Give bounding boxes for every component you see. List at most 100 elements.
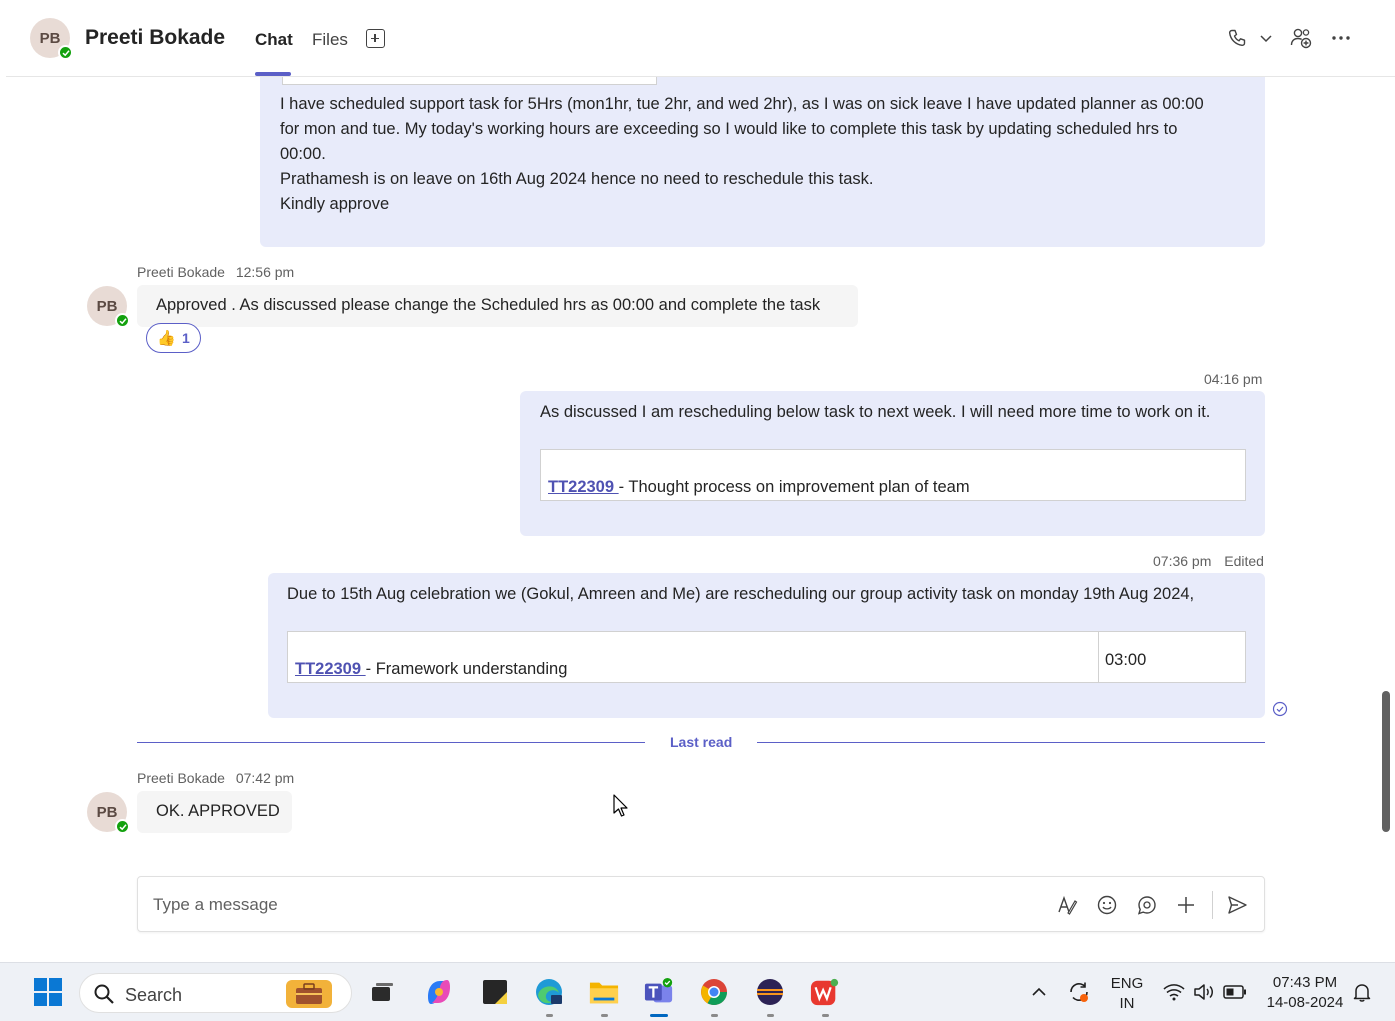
message-text-line: for mon and tue. My today's working hour… — [280, 120, 1178, 138]
people-add-icon[interactable] — [1289, 26, 1313, 50]
active-tab-indicator — [255, 72, 291, 76]
presence-available-icon — [115, 819, 130, 834]
sync-icon[interactable] — [1064, 977, 1094, 1007]
message-text: Due to 15th Aug celebration we (Gokul, A… — [287, 585, 1195, 603]
message-text: Approved . As discussed please change th… — [156, 296, 821, 314]
task-description: - Framework understanding — [365, 660, 568, 678]
table-divider — [1098, 632, 1099, 682]
avatar-initials: PB — [96, 297, 118, 315]
chat-header: PB Preeti Bokade Chat Files — [6, 0, 1395, 77]
windows-taskbar: Search ENG IN 07:43 PM 14-08-2024 — [0, 962, 1395, 1021]
message-text-line: Prathamesh is on leave on 16th Aug 2024 … — [280, 170, 874, 188]
active-app-indicator — [650, 1014, 668, 1017]
message-input[interactable] — [153, 893, 1033, 917]
message-outgoing[interactable]: As discussed I am rescheduling below tas… — [520, 391, 1265, 536]
loop-compose-icon[interactable] — [1135, 893, 1159, 917]
language-label: ENG — [1110, 975, 1144, 992]
task-description: - Thought process on improvement plan of… — [618, 478, 970, 496]
reaction-count: 1 — [181, 330, 190, 346]
task-link[interactable]: TT22309 — [295, 660, 366, 678]
task-hours: 03:00 — [1105, 651, 1147, 669]
edge-browser-icon[interactable] — [534, 977, 564, 1007]
avatar[interactable]: PB — [30, 18, 73, 60]
message-timestamp: 07:36 pm — [1153, 553, 1212, 569]
sender-name: Preeti Bokade — [137, 264, 225, 280]
chevron-up-icon[interactable] — [1024, 977, 1054, 1007]
search-icon — [94, 984, 114, 1004]
contact-name[interactable]: Preeti Bokade — [85, 26, 225, 50]
last-read-label: Last read — [670, 734, 733, 750]
avatar-initials: PB — [96, 803, 118, 821]
input-language[interactable]: ENG IN — [1108, 974, 1146, 1014]
message-text: OK. APPROVED — [156, 802, 280, 820]
avatar[interactable]: PB — [87, 286, 130, 328]
windows-start-icon[interactable] — [33, 977, 63, 1007]
briefcase-icon — [286, 980, 332, 1008]
clock[interactable]: 07:43 PM 14-08-2024 — [1258, 973, 1352, 1013]
read-receipt-icon — [1272, 701, 1288, 717]
message-outgoing[interactable]: Due to 15th Aug celebration we (Gokul, A… — [268, 573, 1265, 718]
message-timestamp: 07:42 pm — [235, 770, 295, 786]
more-icon[interactable] — [1329, 26, 1353, 50]
file-explorer-icon[interactable] — [589, 977, 619, 1007]
clock-date: 14-08-2024 — [1266, 994, 1344, 1011]
avatar-initials: PB — [39, 29, 61, 47]
message-text-line: I have scheduled support task for 5Hrs (… — [280, 95, 1204, 113]
running-indicator — [822, 1014, 829, 1017]
teams-icon[interactable] — [644, 977, 674, 1007]
volume-icon[interactable] — [1190, 977, 1220, 1007]
wifi-icon[interactable] — [1159, 977, 1189, 1007]
add-tab-icon[interactable] — [366, 29, 385, 48]
wps-office-icon[interactable] — [810, 977, 840, 1007]
emoji-icon[interactable] — [1095, 893, 1119, 917]
copilot-icon[interactable] — [424, 977, 454, 1007]
task-table: TT22309 - Framework understanding 03:00 — [287, 631, 1246, 683]
chrome-icon[interactable] — [699, 977, 729, 1007]
message-text-line: Kindly approve — [280, 195, 390, 213]
battery-icon[interactable] — [1220, 977, 1250, 1007]
last-read-divider-left — [137, 742, 645, 743]
send-icon[interactable] — [1225, 893, 1249, 917]
last-read-divider-right — [757, 742, 1265, 743]
composer-separator — [1212, 891, 1213, 919]
edited-label: Edited — [1224, 553, 1264, 569]
scrollbar-thumb[interactable] — [1382, 691, 1390, 832]
presence-available-icon — [58, 45, 73, 60]
mouse-cursor-icon — [613, 794, 629, 823]
message-outgoing[interactable]: I have scheduled support task for 5Hrs (… — [260, 77, 1265, 247]
clock-time: 07:43 PM — [1272, 974, 1338, 991]
attachment-card-partial — [282, 77, 657, 85]
notification-bell-icon[interactable] — [1347, 977, 1377, 1007]
message-incoming[interactable]: OK. APPROVED — [137, 791, 292, 833]
format-icon[interactable] — [1055, 893, 1079, 917]
running-indicator — [711, 1014, 718, 1017]
eclipse-icon[interactable] — [755, 977, 785, 1007]
message-composer — [137, 876, 1265, 932]
message-incoming[interactable]: Approved . As discussed please change th… — [137, 285, 858, 327]
chevron-down-icon[interactable] — [1254, 26, 1278, 50]
message-timestamp: 04:16 pm — [1204, 371, 1263, 387]
thumbs-up-icon: 👍 — [157, 330, 176, 347]
tab-chat[interactable]: Chat — [255, 30, 293, 50]
reaction-like-button[interactable]: 👍 1 — [146, 323, 201, 353]
running-indicator — [546, 1014, 553, 1017]
taskbar-search-label: Search — [125, 985, 183, 1005]
task-view-icon[interactable] — [367, 977, 397, 1007]
phone-icon[interactable] — [1225, 26, 1249, 50]
task-link[interactable]: TT22309 — [548, 478, 619, 496]
sticky-notes-icon[interactable] — [480, 977, 510, 1007]
presence-available-icon — [115, 313, 130, 328]
message-list[interactable]: I have scheduled support task for 5Hrs (… — [6, 77, 1384, 961]
running-indicator — [601, 1014, 608, 1017]
add-attachment-icon[interactable] — [1174, 893, 1198, 917]
taskbar-search-box[interactable]: Search — [79, 973, 352, 1013]
message-text: As discussed I am rescheduling below tas… — [540, 403, 1211, 421]
tab-files[interactable]: Files — [312, 30, 348, 50]
task-table: TT22309 - Thought process on improvement… — [540, 449, 1246, 501]
region-label: IN — [1119, 995, 1135, 1012]
message-text-line: 00:00. — [280, 145, 326, 163]
running-indicator — [767, 1014, 774, 1017]
sender-name: Preeti Bokade — [137, 770, 225, 786]
avatar[interactable]: PB — [87, 792, 130, 834]
message-timestamp: 12:56 pm — [235, 264, 295, 280]
